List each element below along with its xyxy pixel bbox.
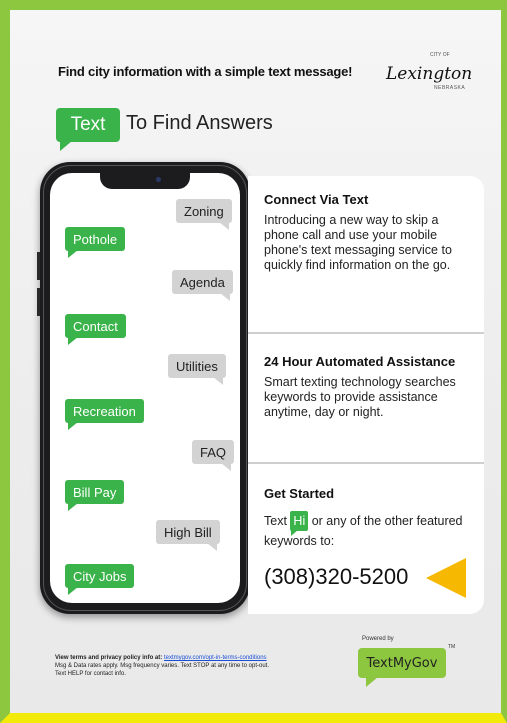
lexington-logo: CITY OF Lexington NEBRASKA — [384, 52, 474, 96]
trademark-mark: TM — [448, 644, 456, 650]
terms-prefix: View terms and privacy policy info at: — [55, 655, 163, 661]
logo-name: Lexington — [386, 64, 473, 84]
textmygov-logo: TextMyGov — [358, 648, 446, 687]
footer-disclaimer: View terms and privacy policy info at: t… — [55, 654, 355, 678]
powered-by-label: Powered by — [362, 636, 394, 642]
section-start: Get Started Text Hi or any of the other … — [264, 486, 476, 551]
section-connect-heading: Connect Via Text — [264, 192, 369, 207]
phone-mockup: Zoning Pothole Agenda Contact Utilities … — [37, 162, 253, 614]
keyword-bubble-contact: Contact — [65, 314, 126, 345]
keyword-hi-bubble: Hi — [290, 511, 309, 536]
page-title: To Find Answers — [126, 112, 273, 134]
phone-volume-up — [37, 252, 40, 280]
keyword-bubble-bill-pay: Bill Pay — [65, 480, 125, 511]
logo-state: NEBRASKA — [434, 85, 466, 91]
section-divider — [248, 462, 484, 464]
section-start-heading: Get Started — [264, 486, 335, 501]
keyword-bubble-utilities: Utilities — [168, 354, 226, 385]
terms-line: View terms and privacy policy info at: t… — [55, 654, 355, 662]
keyword-bubble-faq: FAQ — [192, 440, 235, 471]
info-panel: Connect Via Text Introducing a new way t… — [248, 176, 484, 614]
arrow-left-icon — [426, 558, 466, 598]
camera-icon — [156, 177, 161, 182]
keyword-bubble-pothole: Pothole — [65, 227, 126, 258]
phone-volume-down — [37, 288, 40, 316]
section-divider — [248, 332, 484, 334]
start-prefix: Text — [264, 514, 287, 528]
rates-line: Msg & Data rates apply. Msg frequency va… — [55, 663, 269, 669]
phone-screen: Zoning Pothole Agenda Contact Utilities … — [50, 173, 240, 603]
section-start-body: Text Hi or any of the other featured key… — [264, 511, 476, 551]
text-bubble-title: Text — [56, 108, 120, 151]
logo-city-of: CITY OF — [430, 52, 450, 58]
help-line: Text HELP for contact info. — [55, 671, 126, 677]
keyword-bubble-agenda: Agenda — [172, 270, 233, 301]
section-connect-body: Introducing a new way to skip a phone ca… — [264, 213, 452, 272]
section-assist-body: Smart texting technology searches keywor… — [264, 375, 456, 419]
keyword-bubble-city-jobs: City Jobs — [65, 564, 135, 595]
section-assist-heading: 24 Hour Automated Assistance — [264, 354, 456, 369]
phone-notch — [100, 173, 190, 189]
section-assist: 24 Hour Automated Assistance Smart texti… — [264, 354, 476, 420]
section-connect: Connect Via Text Introducing a new way t… — [264, 192, 476, 273]
headline: Find city information with a simple text… — [58, 64, 353, 79]
phone-number[interactable]: (308)320-5200 — [264, 564, 408, 590]
keyword-bubble-high-bill: High Bill — [156, 520, 220, 551]
keyword-bubble-recreation: Recreation — [65, 399, 144, 430]
keyword-bubble-zoning: Zoning — [176, 199, 232, 230]
terms-link[interactable]: textmygov.com/opt-in-terms-conditions — [164, 655, 267, 661]
